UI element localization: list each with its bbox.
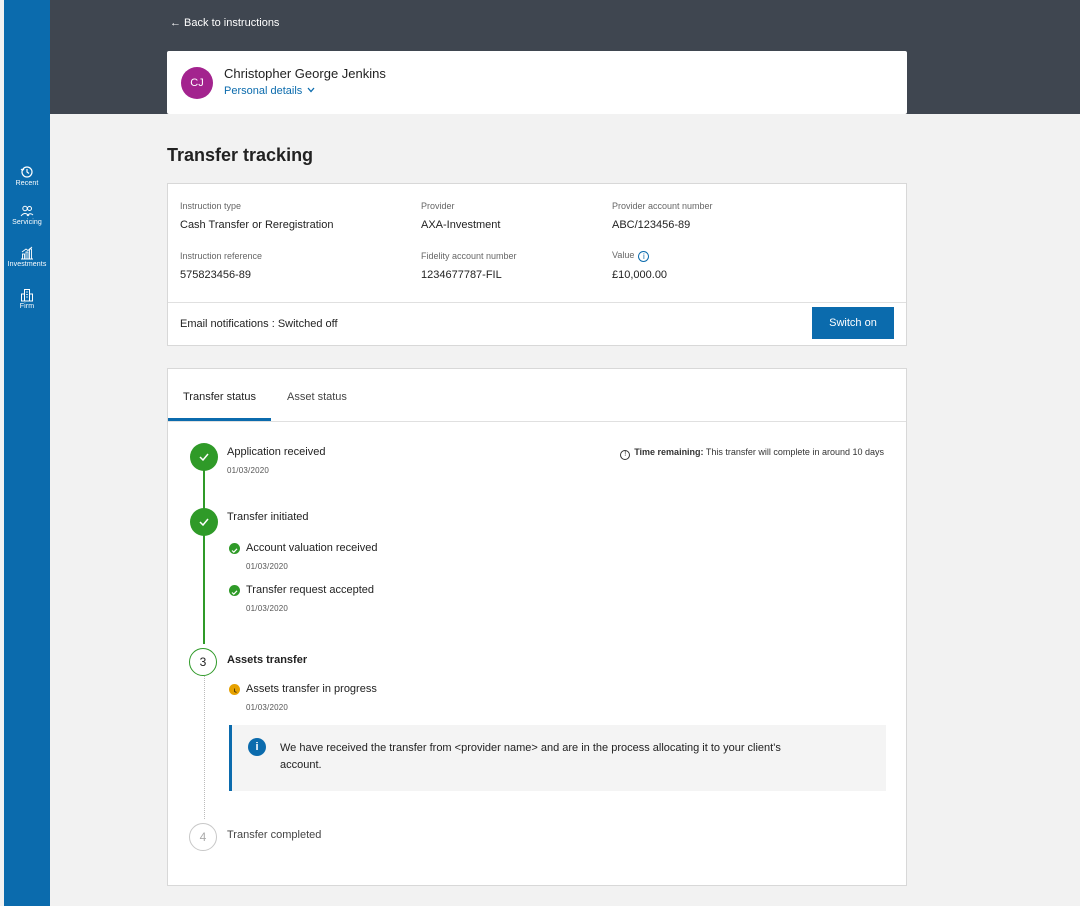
provider-account-label: Provider account number [612,201,713,211]
substep-account-valuation-date: 01/03/2020 [246,562,289,571]
client-card: CJ Christopher George Jenkins Personal d… [167,51,907,114]
back-to-instructions-link[interactable]: ← Back to instructions [170,17,279,29]
personal-details-label: Personal details [224,85,303,97]
info-icon: i [248,738,266,756]
nav-label-investments: Investments [7,261,47,268]
value-label: Value [612,250,635,260]
step-1-complete-marker [190,443,218,471]
time-remaining-label: Time remaining: [634,447,704,457]
step-4-title: Transfer completed [227,829,322,841]
info-icon[interactable]: i [638,251,650,262]
avatar: CJ [181,67,213,99]
page-title: Transfer tracking [167,145,314,165]
tab-transfer-status[interactable]: Transfer status [183,391,256,403]
nav-item-servicing[interactable]: Servicing [4,204,50,226]
step-3-title: Assets transfer [227,654,308,666]
tabs-divider [168,421,906,422]
personal-details-toggle[interactable]: Personal details [224,85,315,97]
provider-label: Provider [421,201,455,211]
time-remaining-text: This transfer will complete in around 10… [705,447,884,457]
nav-label-firm: Firm [19,303,35,310]
side-nav: Recent Servicing Investments Firm [4,0,50,906]
nav-item-investments[interactable]: Investments [4,246,50,268]
provider-account-value: ABC/123456-89 [612,219,691,231]
client-name: Christopher George Jenkins [224,66,386,81]
transfer-info-message: i We have received the transfer from <pr… [229,725,886,791]
clock-info-icon: ! [620,450,631,460]
switch-on-button[interactable]: Switch on [812,307,894,339]
divider [168,302,906,303]
instruction-type-value: Cash Transfer or Reregistration [180,219,334,231]
step-2-title: Transfer initiated [227,511,309,523]
step-4-pending-marker: 4 [189,823,217,851]
clock-icon [229,684,240,695]
chevron-down-icon [307,87,315,93]
checkmark-icon [199,453,209,462]
provider-value: AXA-Investment [421,219,501,231]
step-2-complete-marker [190,508,218,536]
substep-assets-transfer-date: 01/03/2020 [246,703,289,712]
nav-item-firm[interactable]: Firm [4,288,50,310]
fidelity-account-value: 1234677787-FIL [421,269,502,281]
email-notifications-status: Email notifications : Switched off [180,318,338,330]
substep-account-valuation-title: Account valuation received [246,542,378,554]
fidelity-account-label: Fidelity account number [421,251,517,261]
info-message-text: We have received the transfer from <prov… [280,742,781,771]
checkmark-icon [199,518,209,527]
transfer-summary-card: Instruction type Cash Transfer or Reregi… [167,183,907,346]
instruction-reference-value: 575823456-89 [180,269,251,281]
step-3-current-marker: 3 [189,648,217,676]
time-remaining-note: ! Time remaining: This transfer will comp… [620,447,884,460]
substep-transfer-request-date: 01/03/2020 [246,604,289,613]
nav-item-recent[interactable]: Recent [4,165,50,187]
instruction-reference-label: Instruction reference [180,251,263,261]
nav-label-servicing: Servicing [12,219,42,226]
substep-assets-transfer-title: Assets transfer in progress [246,683,377,695]
step-1-title: Application received [227,446,326,458]
nav-label-recent: Recent [15,180,39,187]
value-label-row: Value i [612,250,650,262]
tab-asset-status[interactable]: Asset status [287,391,347,403]
instruction-type-label: Instruction type [180,201,242,211]
history-icon [20,166,33,178]
step-1-date: 01/03/2020 [227,466,270,475]
timeline-connector-completed [203,466,205,644]
transfer-tracking-card: Transfer status Asset status ! Time remai… [167,368,907,886]
timeline-connector-pending [204,676,205,819]
substep-complete-check-icon [229,543,240,554]
substep-transfer-request-title: Transfer request accepted [246,584,374,596]
chart-icon [21,246,33,260]
people-icon [20,205,34,217]
value-amount: £10,000.00 [612,269,668,281]
building-icon [21,289,33,302]
substep-complete-check-icon [229,585,240,596]
